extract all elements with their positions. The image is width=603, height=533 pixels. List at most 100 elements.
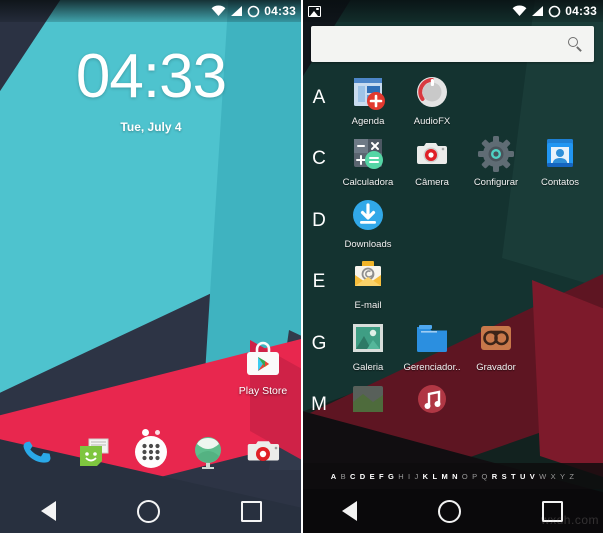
dock-item-phone[interactable] [18,432,58,477]
alpha-letter[interactable]: S [499,472,508,481]
app-label: Gerenciador.. [403,362,461,373]
app-label: Configurar [473,178,519,189]
group-letter: D [312,209,326,231]
group-apps: Calculadora Câmera Configurar Contatos [336,134,603,188]
status-bar-system-icons: 04:33 [512,4,597,18]
alpha-letter[interactable]: A [329,472,339,481]
voice-recorder-icon [476,319,516,359]
app-label: Agenda [351,117,385,127]
alpha-letter[interactable]: W [537,472,548,481]
app-item-contatos[interactable]: Contatos [528,134,592,188]
app-group-a: A Agenda AudioFX [302,68,603,129]
alpha-letter[interactable]: O [460,472,470,481]
dock-item-browser[interactable] [188,432,228,477]
app-item-agenda[interactable]: Agenda [336,73,400,127]
app-item-calculadora[interactable]: Calculadora [336,134,400,188]
home-button[interactable] [136,499,160,523]
alpha-letter[interactable]: N [450,472,460,481]
app-item-email[interactable]: E-mail [336,257,400,311]
email-envelope-icon [348,257,388,297]
app-group-d: D Downloads [302,191,603,252]
dock-item-apps[interactable] [130,431,172,478]
alpha-letter[interactable]: X [549,472,558,481]
alpha-letter[interactable]: V [528,472,537,481]
app-drawer-panel: 04:33 A Agenda AudioFX C Calculadora Câm… [302,0,603,533]
dock-item-camera[interactable] [244,432,284,477]
alpha-letter[interactable]: P [470,472,479,481]
calculator-icon [348,134,388,174]
home-icon-play-store[interactable]: Play Store [232,336,294,397]
app-label: E-mail [354,301,382,312]
alpha-letter[interactable]: F [377,472,386,481]
group-letter: M [311,394,327,416]
search-icon[interactable] [568,36,583,52]
clock-date: Tue, July 4 [120,120,182,134]
alpha-letter[interactable]: Z [567,472,576,481]
back-button[interactable] [342,501,358,521]
wifi-icon [512,5,527,16]
app-item-gravador[interactable]: Gravador [464,319,528,373]
group-apps: Agenda AudioFX [336,73,603,127]
recents-button[interactable] [240,500,262,522]
search-bar[interactable] [311,26,594,62]
app-item-gerenciador[interactable]: Gerenciador.. [400,319,464,373]
watermark: wxdh.com [540,513,599,527]
app-item-camera[interactable]: Câmera [400,134,464,188]
app-label: Contatos [540,178,580,189]
browser-globe-icon [195,436,221,469]
app-item-music[interactable] [400,380,464,424]
signal-icon [231,6,243,16]
group-apps: E-mail [336,257,603,311]
group-apps [336,380,603,424]
app-item-configurar[interactable]: Configurar [464,134,528,188]
app-item-audiofx[interactable]: AudioFX [400,73,464,127]
alphabet-index[interactable]: ABCDEFGHIJKLMNOPQRSTUVWXYZ [302,463,603,489]
app-item-downloads[interactable]: Downloads [336,196,400,250]
dock [0,423,302,485]
alpha-letter[interactable]: C [348,472,358,481]
app-item-galeria[interactable]: Galeria [336,319,400,373]
music-icon [412,380,452,420]
alpha-letter[interactable]: R [490,472,500,481]
app-label: Calculadora [342,178,394,189]
home-button[interactable] [437,499,461,523]
settings-gear-icon [476,134,516,174]
clock-widget[interactable]: 04:33 Tue, July 4 [0,42,302,135]
group-apps: Downloads [336,196,603,250]
alpha-letter[interactable]: H [396,472,406,481]
dock-item-messaging[interactable] [74,432,114,477]
status-bar: 04:33 [0,0,302,22]
app-item-maps[interactable] [336,380,400,424]
app-list[interactable]: A Agenda AudioFX C Calculadora Câmera Co… [302,68,603,489]
search-input[interactable] [311,37,568,51]
alpha-letter[interactable]: K [421,472,431,481]
camera-icon [247,440,280,461]
home-screen-panel: 04:33 04:33 Tue, July 4 Play Store [0,0,302,533]
status-bar-clock: 04:33 [565,4,597,18]
alpha-letter[interactable]: Q [479,472,489,481]
alpha-letter[interactable]: U [518,472,528,481]
alpha-letter[interactable]: Y [558,472,567,481]
status-bar-system-icons: 04:33 [211,4,296,18]
messaging-icon [80,438,109,466]
alpha-letter[interactable]: L [430,472,439,481]
status-bar-notifications [308,5,512,17]
panel-divider [301,0,303,533]
alpha-letter[interactable]: B [339,472,348,481]
alpha-letter[interactable]: T [509,472,518,481]
maps-icon [348,380,388,420]
contacts-icon [540,134,580,174]
wifi-icon [211,5,226,16]
back-button[interactable] [40,501,56,521]
app-label: Câmera [415,178,449,189]
alpha-letter[interactable]: G [386,472,396,481]
app-group-g: G Galeria Gerenciador.. Gravador [302,314,603,375]
alpha-letter[interactable]: D [358,472,368,481]
file-manager-folder-icon [412,319,452,359]
clock-time: 04:33 [75,42,227,111]
alpha-letter[interactable]: M [439,472,450,481]
app-label: Galeria [352,362,384,373]
alpha-letter[interactable]: J [412,472,420,481]
alpha-letter[interactable]: E [368,472,377,481]
phone-icon [23,441,51,463]
